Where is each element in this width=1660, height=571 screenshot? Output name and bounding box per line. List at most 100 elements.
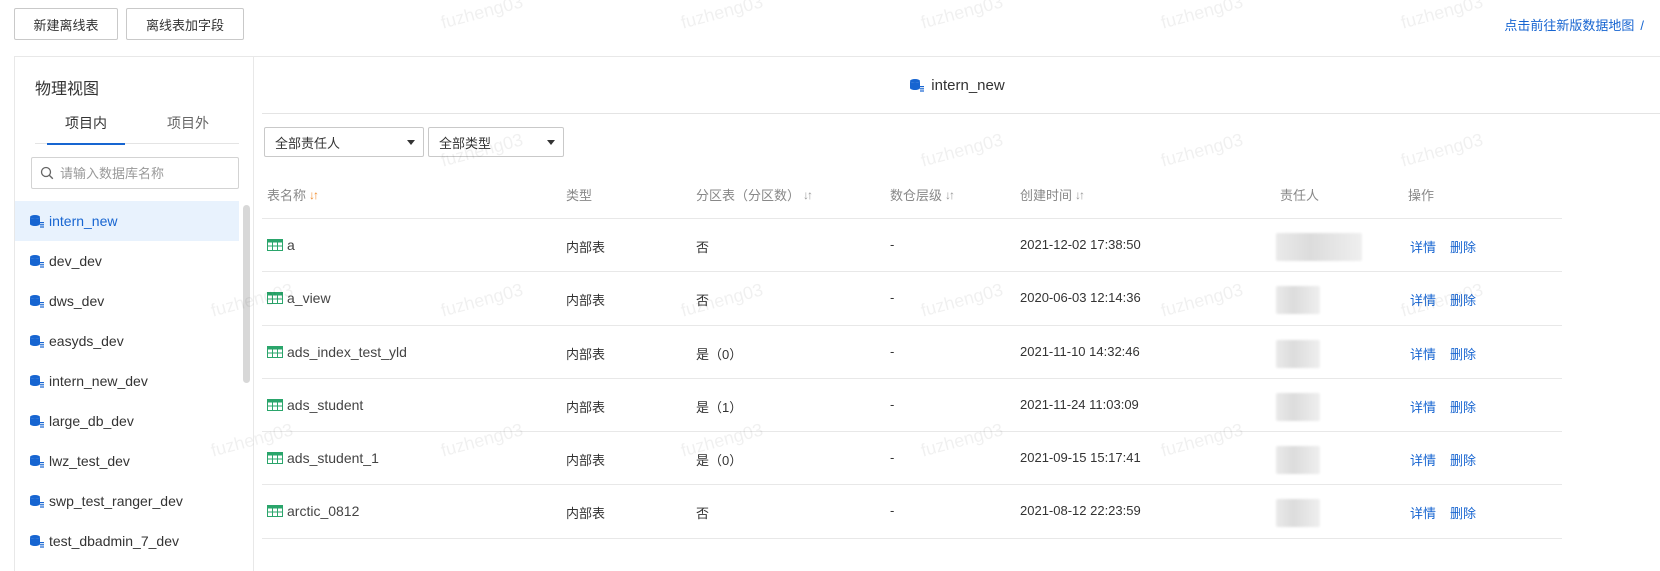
partition-cell: 是（0）: [696, 453, 743, 469]
type-cell: 内部表: [566, 293, 606, 309]
table-icon: [267, 505, 283, 518]
delete-link[interactable]: 删除: [1450, 237, 1476, 256]
table-name-cell[interactable]: ads_index_test_yld: [267, 344, 407, 360]
owner-filter-select[interactable]: 全部责任人: [264, 127, 424, 157]
database-item[interactable]: swp_test_ranger_dev: [15, 481, 239, 521]
type-filter-select[interactable]: 全部类型: [428, 127, 564, 157]
col-partition[interactable]: 分区表（分区数） ↓↑: [696, 185, 813, 204]
table-name[interactable]: ads_index_test_yld: [287, 344, 407, 360]
add-field-button[interactable]: 离线表加字段: [126, 8, 244, 40]
table-name[interactable]: a_view: [287, 290, 331, 306]
sort-icon[interactable]: ↓↑: [1075, 188, 1085, 202]
database-item[interactable]: dev_dev: [15, 241, 239, 281]
sort-icon[interactable]: ↓↑: [309, 188, 319, 202]
database-name: large_db_dev: [49, 413, 134, 429]
new-data-map-link-label[interactable]: 点击前往新版数据地图: [1504, 18, 1634, 33]
table-name-cell[interactable]: ads_student: [267, 397, 363, 413]
sort-icon[interactable]: ↓↑: [803, 188, 813, 202]
delete-link[interactable]: 删除: [1450, 344, 1476, 363]
table-name-cell[interactable]: ads_student_1: [267, 450, 379, 466]
database-icon: [30, 295, 44, 308]
caret-down-icon: [547, 140, 555, 145]
col-layer[interactable]: 数仓层级 ↓↑: [890, 185, 955, 204]
col-label: 创建时间: [1020, 188, 1073, 203]
table-icon: [267, 239, 283, 251]
database-name: intern_new: [49, 213, 118, 229]
new-offline-table-button[interactable]: 新建离线表: [14, 8, 118, 40]
database-icon: [910, 79, 925, 92]
type-filter-value: 全部类型: [439, 135, 492, 151]
database-item[interactable]: large_db_dev: [15, 401, 239, 441]
col-label: 责任人: [1280, 188, 1320, 203]
col-created[interactable]: 创建时间 ↓↑: [1020, 185, 1085, 204]
table-icon: [267, 292, 283, 305]
database-icon: [30, 375, 44, 388]
layer-cell: -: [890, 290, 895, 306]
database-item[interactable]: easyds_dev: [15, 321, 239, 361]
table-name-cell[interactable]: arctic_0812: [267, 503, 359, 519]
created-cell: 2021-11-24 11:03:09: [1020, 396, 1139, 412]
partition-cell: 否: [696, 293, 710, 309]
sort-icon[interactable]: ↓↑: [945, 188, 955, 202]
table-name[interactable]: ads_student_1: [287, 450, 379, 466]
new-data-map-link[interactable]: 点击前往新版数据地图 /: [1504, 15, 1644, 34]
database-name: dev_dev: [49, 253, 102, 269]
detail-link[interactable]: 详情: [1410, 344, 1436, 363]
database-icon: [30, 415, 44, 428]
detail-link[interactable]: 详情: [1410, 503, 1436, 522]
type-cell: 内部表: [566, 399, 606, 415]
col-label: 表名称: [267, 188, 307, 203]
table-name-cell[interactable]: a_view: [267, 290, 331, 306]
table-row: a 内部表 否 - 2021-12-02 17:38:50 详情 删除: [262, 219, 1562, 273]
database-search-input[interactable]: [60, 165, 230, 181]
database-item[interactable]: intern_new_dev: [15, 361, 239, 401]
table-header: 表名称 ↓↑ 类型 分区表（分区数） ↓↑ 数仓层级 ↓↑ 创建时间 ↓↑ 责任人 操作: [262, 169, 1562, 219]
detail-link[interactable]: 详情: [1410, 450, 1436, 469]
tab-outside-project[interactable]: 项目外: [137, 111, 239, 144]
table-name[interactable]: a: [287, 237, 295, 253]
delete-link[interactable]: 删除: [1450, 450, 1476, 469]
database-name: dws_dev: [49, 293, 105, 309]
delete-link[interactable]: 删除: [1450, 290, 1476, 309]
database-item[interactable]: intern_new: [15, 201, 239, 241]
created-cell: 2021-08-12 22:23:59: [1020, 503, 1141, 519]
partition-cell: 是（0）: [696, 346, 743, 362]
delete-link[interactable]: 删除: [1450, 503, 1476, 522]
table-row: a_view 内部表 否 - 2020-06-03 12:14:36 详情 删除: [262, 272, 1562, 326]
database-search[interactable]: [31, 157, 239, 189]
sidebar-scrollbar[interactable]: [243, 205, 250, 383]
created-cell: 2020-06-03 12:14:36: [1020, 290, 1141, 306]
database-icon: [30, 335, 44, 348]
owner-avatar-redacted: [1276, 499, 1320, 528]
database-item[interactable]: dws_dev: [15, 281, 239, 321]
type-cell: 内部表: [566, 506, 606, 522]
database-item[interactable]: lwz_test_dev: [15, 441, 239, 481]
project-tabs: 项目内 项目外: [35, 111, 239, 145]
layer-cell: -: [890, 503, 895, 519]
layer-cell: -: [890, 343, 895, 359]
partition-cell: 否: [696, 506, 710, 522]
col-label: 分区表（分区数）: [696, 188, 801, 203]
delete-link[interactable]: 删除: [1450, 397, 1476, 416]
physical-view-sidebar: 物理视图 项目内 项目外 intern_new dev_dev dws_dev …: [14, 56, 254, 571]
type-cell: 内部表: [566, 346, 606, 362]
database-icon: [30, 215, 44, 228]
detail-link[interactable]: 详情: [1410, 237, 1436, 256]
col-label: 操作: [1408, 188, 1435, 203]
database-name: lwz_test_dev: [49, 453, 130, 469]
database-icon: [30, 495, 44, 508]
col-table-name[interactable]: 表名称 ↓↑: [267, 185, 319, 204]
table-name[interactable]: ads_student: [287, 397, 363, 413]
owner-avatar-redacted: [1276, 392, 1320, 421]
col-label: 数仓层级: [890, 188, 943, 203]
table-name[interactable]: arctic_0812: [287, 503, 359, 519]
partition-cell: 是（1）: [696, 399, 743, 415]
caret-down-icon: [407, 140, 415, 145]
table-name-cell[interactable]: a: [267, 237, 295, 253]
tab-in-project[interactable]: 项目内: [35, 111, 137, 145]
detail-link[interactable]: 详情: [1410, 397, 1436, 416]
col-label: 类型: [566, 188, 593, 203]
detail-link[interactable]: 详情: [1410, 290, 1436, 309]
col-type: 类型: [566, 185, 592, 204]
database-item[interactable]: test_dbadmin_7_dev: [15, 521, 239, 561]
